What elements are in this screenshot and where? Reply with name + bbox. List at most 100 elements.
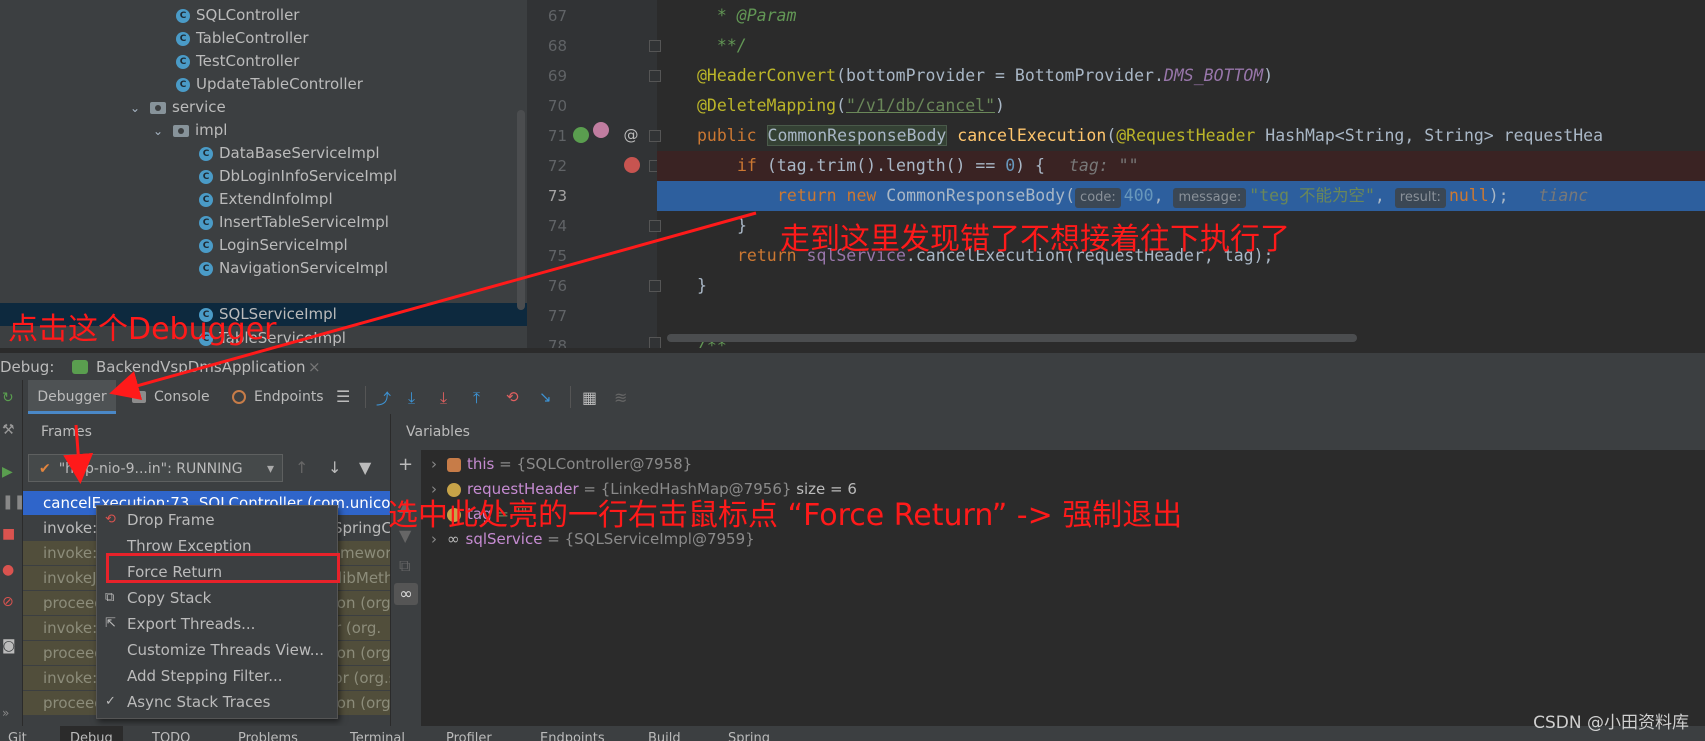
filter-icon[interactable]: ▼	[359, 458, 371, 477]
tree-scrollbar[interactable]	[517, 110, 525, 310]
mapping-icon[interactable]	[593, 122, 609, 138]
tool-tab-todo[interactable]: TODO	[152, 726, 190, 741]
line-number: 77	[547, 307, 567, 325]
menu-icon[interactable]: ☰	[336, 388, 354, 406]
menu-item-async-stack-traces[interactable]: ✓ Async Stack Traces	[97, 690, 337, 715]
class-icon: C	[199, 146, 213, 161]
tool-tab-endpoints[interactable]: Endpoints	[540, 726, 605, 741]
resume-icon[interactable]: ▶	[2, 464, 18, 480]
stop-icon[interactable]: ■	[2, 526, 18, 542]
class-icon: C	[176, 54, 190, 69]
menu-item-export-threads[interactable]: ⇱ Export Threads...	[97, 612, 337, 637]
tree-item-sqlcontroller[interactable]: C SQLController	[0, 3, 527, 28]
tab-endpoints[interactable]: Endpoints	[232, 380, 332, 414]
watermark: CSDN @小田资料库	[1533, 713, 1689, 733]
code-line-69: @HeaderConvert(bottomProvider = BottomPr…	[697, 66, 1274, 85]
tool-tab-build[interactable]: Build	[648, 726, 681, 741]
show-execution-point-icon[interactable]: ⤴	[376, 388, 394, 408]
more-icon[interactable]: »	[2, 706, 18, 722]
drop-frame-icon: ⟲	[105, 512, 116, 527]
arrow-down-icon[interactable]: ↓	[328, 458, 341, 477]
tool-tab-spring[interactable]: Spring	[728, 726, 770, 741]
line-number: 74	[547, 217, 567, 235]
step-into-icon[interactable]: ⤓	[440, 388, 458, 407]
tool-tab-profiler[interactable]: Profiler	[446, 726, 492, 741]
code-line-67: * @Param	[707, 6, 797, 25]
debug-toolbar: Debugger Console Endpoints ☰ ⤴ ⤓ ⤓ ⤒ ⟲ ↘…	[0, 380, 1705, 415]
tree-item-testcontroller[interactable]: C TestController	[0, 49, 527, 74]
line-number: 71	[547, 127, 567, 145]
pause-icon[interactable]: ❚❚	[2, 494, 25, 510]
watches-toggle-icon[interactable]: ∞	[394, 583, 418, 605]
drop-frame-icon[interactable]: ⟲	[506, 388, 524, 406]
debug-label: Debug:	[0, 358, 55, 376]
tree-item-databaseserviceimpl[interactable]: C DataBaseServiceImpl	[0, 141, 527, 166]
run-config-tab[interactable]: BackendVspDmsApplication	[96, 353, 306, 381]
line-number: 70	[547, 97, 567, 115]
tree-item-impl[interactable]: ⌄ impl	[0, 118, 527, 143]
menu-item-drop-frame[interactable]: ⟲ Drop Frame	[97, 508, 337, 533]
tool-tab-problems[interactable]: Problems	[238, 726, 298, 741]
field-icon	[447, 457, 461, 472]
tool-tab-debug[interactable]: Debug	[60, 726, 123, 741]
arrow-up-icon[interactable]: ↑	[295, 458, 308, 477]
code-line-70: @DeleteMapping("/v1/db/cancel")	[697, 96, 1005, 115]
copy-icon[interactable]: ⧉	[399, 556, 410, 576]
annotation-force-return-note: 选中此处亮的一行右击鼠标点 “Force Return” -> 强制退出	[388, 498, 1183, 533]
wrench-icon[interactable]: ⚒	[2, 422, 18, 438]
close-icon[interactable]: ×	[308, 353, 321, 381]
tree-item-tablecontroller[interactable]: C TableController	[0, 26, 527, 51]
class-icon: C	[199, 215, 213, 230]
param-hint: message:	[1173, 188, 1247, 208]
editor-horizontal-scrollbar[interactable]	[667, 334, 1357, 342]
bottom-tool-window-bar: Git Debug TODO Problems Terminal Profile…	[0, 726, 1705, 741]
check-icon: ✔	[39, 461, 51, 477]
spring-endpoint-icon[interactable]	[573, 127, 589, 143]
tool-tab-git[interactable]: Git	[8, 726, 27, 741]
run-to-cursor-icon[interactable]: ↘	[539, 388, 557, 406]
tree-item-inserttableserviceimpl[interactable]: C InsertTableServiceImpl	[0, 210, 527, 235]
tool-tab-terminal[interactable]: Terminal	[350, 726, 405, 741]
view-breakpoints-icon[interactable]: ●	[2, 562, 18, 578]
debug-side-toolbar: ↻ ⚒ ▶ ❚❚ ■ ● ⊘ ◙ »	[0, 380, 25, 726]
at-annotation-icon[interactable]: @	[623, 127, 639, 143]
package-icon	[150, 101, 166, 114]
tree-item-navigationserviceimpl[interactable]: C NavigationServiceImpl	[0, 256, 527, 281]
variables-title: Variables	[391, 414, 1705, 450]
menu-item-add-stepping-filter[interactable]: Add Stepping Filter...	[97, 664, 337, 689]
class-icon: C	[176, 8, 190, 23]
rerun-icon[interactable]: ↻	[2, 390, 18, 406]
tree-item-dblogininfoserviceimpl[interactable]: C DbLoginInfoServiceImpl	[0, 164, 527, 189]
chevron-right-icon[interactable]: ›	[431, 455, 437, 473]
evaluate-expression-icon[interactable]: ▦	[582, 388, 600, 407]
camera-icon[interactable]: ◙	[2, 638, 18, 654]
code-editor[interactable]: 67 68 69 70 71 72 73 74 75 76 77 78 @ * …	[527, 0, 1705, 348]
trace-icon[interactable]: ≋	[614, 388, 632, 407]
tab-console[interactable]: Console	[132, 380, 216, 414]
line-number: 69	[547, 67, 567, 85]
annotation-debugger-note: 点击这个Debugger	[8, 312, 277, 347]
check-icon: ✓	[105, 694, 116, 709]
tree-item-updatetablecontroller[interactable]: C UpdateTableController	[0, 72, 527, 97]
line-number: 76	[547, 277, 567, 295]
thread-selector[interactable]: ✔ "http-nio-9...in": RUNNING ▾	[28, 454, 283, 482]
tree-item-extendinfoimpl[interactable]: C ExtendInfoImpl	[0, 187, 527, 212]
class-icon: C	[176, 31, 190, 46]
code-line-68: **/	[707, 36, 747, 55]
copy-icon: ⧉	[105, 590, 115, 605]
force-return-highlight	[106, 553, 340, 583]
code-line-71: public CommonResponseBody cancelExecutio…	[697, 125, 1604, 146]
mute-breakpoints-icon[interactable]: ⊘	[2, 594, 18, 610]
project-tree: C SQLController C TableController C TestCon…	[0, 0, 527, 348]
add-watch-icon[interactable]: +	[398, 454, 413, 475]
tree-item-loginserviceimpl[interactable]: C LoginServiceImpl	[0, 233, 527, 258]
menu-item-customize-threads[interactable]: Customize Threads View...	[97, 638, 337, 663]
step-out-icon[interactable]: ⤒	[473, 388, 491, 407]
menu-item-copy-stack[interactable]: ⧉ Copy Stack	[97, 586, 337, 611]
class-icon: C	[199, 261, 213, 276]
tree-item-service[interactable]: ⌄ service	[0, 95, 527, 120]
breakpoint-icon[interactable]	[624, 157, 640, 173]
variable-row[interactable]: › this = {SQLController@7958}	[431, 452, 692, 477]
step-over-icon[interactable]: ⤓	[408, 388, 426, 407]
tab-debugger[interactable]: Debugger	[28, 380, 116, 414]
